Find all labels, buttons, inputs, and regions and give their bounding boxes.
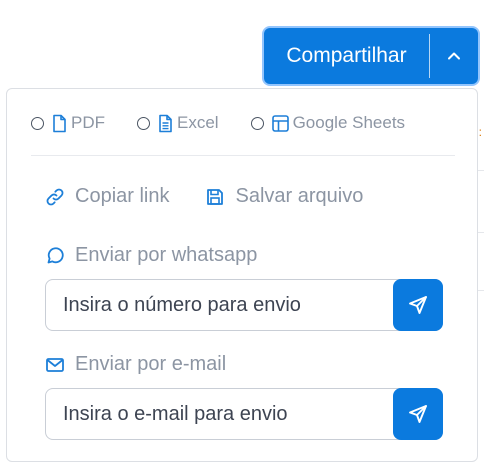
share-split-button: Compartilhar xyxy=(264,28,478,84)
format-label-pdf: PDF xyxy=(71,113,105,132)
whatsapp-label: Enviar por whatsapp xyxy=(75,244,258,266)
save-file-button[interactable]: Salvar arquivo xyxy=(205,185,363,208)
send-icon xyxy=(409,405,427,423)
format-label-excel: Excel xyxy=(177,113,219,132)
share-dropdown-toggle[interactable] xyxy=(430,28,478,84)
background-colon: : xyxy=(478,125,482,139)
whatsapp-number-input[interactable] xyxy=(46,280,442,330)
link-icon xyxy=(45,187,65,207)
whatsapp-section-label: Enviar por whatsapp xyxy=(45,244,257,267)
format-option-excel[interactable]: Excel xyxy=(137,113,219,133)
file-text-icon xyxy=(157,114,174,133)
radio-pdf[interactable] xyxy=(31,116,44,130)
share-dropdown-panel: PDF Excel Google Sheets Copiar link Salv… xyxy=(6,88,478,462)
format-option-google-sheets[interactable]: Google Sheets xyxy=(250,113,406,133)
whatsapp-send-button[interactable] xyxy=(393,279,443,331)
mail-icon xyxy=(45,355,65,375)
email-section-label: Enviar por e-mail xyxy=(45,353,226,376)
email-field xyxy=(45,388,443,440)
send-icon xyxy=(409,296,427,314)
save-icon xyxy=(205,187,225,207)
message-circle-icon xyxy=(45,246,65,266)
format-label-google-sheets: Google Sheets xyxy=(292,113,406,132)
share-button[interactable]: Compartilhar xyxy=(264,28,429,84)
radio-excel[interactable] xyxy=(137,116,150,130)
copy-link-label: Copiar link xyxy=(75,185,170,207)
format-options: PDF Excel Google Sheets xyxy=(31,113,405,133)
file-icon xyxy=(51,114,68,133)
quick-actions: Copiar link Salvar arquivo xyxy=(45,185,399,208)
whatsapp-field xyxy=(45,279,443,331)
panel-divider xyxy=(31,155,455,156)
save-file-label: Salvar arquivo xyxy=(235,185,364,207)
radio-google-sheets[interactable] xyxy=(250,116,264,130)
copy-link-button[interactable]: Copiar link xyxy=(45,185,169,208)
format-option-pdf[interactable]: PDF xyxy=(31,113,105,133)
email-send-button[interactable] xyxy=(393,388,443,440)
layout-icon xyxy=(271,114,290,133)
email-input[interactable] xyxy=(46,389,442,439)
email-label: Enviar por e-mail xyxy=(75,353,227,375)
chevron-up-icon xyxy=(448,52,460,60)
